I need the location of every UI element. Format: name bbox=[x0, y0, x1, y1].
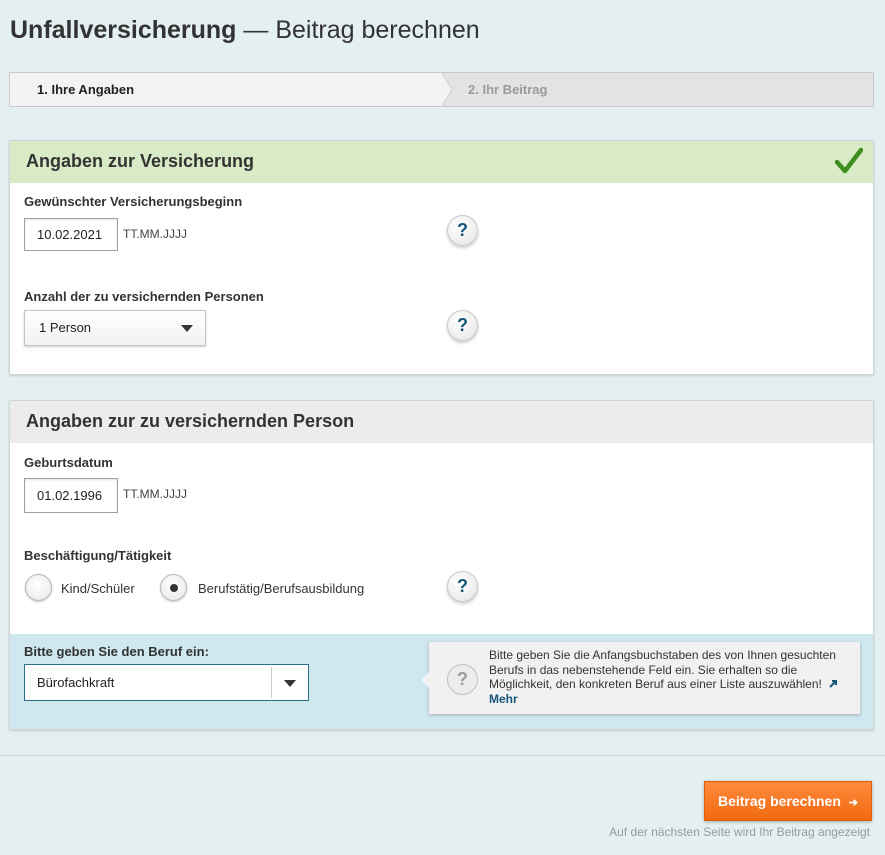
footer-note: Auf der nächsten Seite wird Ihr Beitrag … bbox=[609, 825, 870, 839]
calculate-premium-button[interactable]: Beitrag berechnen ➔ bbox=[704, 781, 872, 821]
persons-count-label: Anzahl der zu versichernden Personen bbox=[24, 289, 264, 304]
insured-person-heading: Angaben zur zu versichernden Person bbox=[10, 401, 873, 443]
occupation-label: Beschäftigung/Tätigkeit bbox=[24, 548, 172, 563]
birthdate-label: Geburtsdatum bbox=[24, 455, 113, 470]
occupation-help-icon[interactable]: ? bbox=[447, 571, 478, 602]
persons-count-value: 1 Person bbox=[39, 320, 92, 335]
radio-berufstaetig[interactable] bbox=[160, 574, 187, 601]
radio-selected-dot bbox=[170, 584, 178, 592]
tooltip-arrow bbox=[421, 672, 429, 688]
tooltip-body: Bitte geben Sie die Anfangsbuchstaben de… bbox=[489, 648, 836, 691]
check-icon bbox=[835, 147, 863, 174]
birthdate-format-hint: TT.MM.JJJJ bbox=[123, 487, 187, 501]
step-arrow-icon bbox=[442, 73, 453, 106]
persons-count-help-icon[interactable]: ? bbox=[447, 310, 478, 341]
chevron-down-icon[interactable] bbox=[284, 680, 296, 687]
calculate-premium-label: Beitrag berechnen bbox=[717, 793, 841, 809]
radio-kind-schueler-label[interactable]: Kind/Schüler bbox=[61, 581, 135, 596]
page-title-product: Unfallversicherung bbox=[10, 16, 237, 44]
start-date-help-icon[interactable]: ? bbox=[447, 215, 478, 246]
insurance-details-title: Angaben zur Versicherung bbox=[26, 151, 255, 171]
arrow-right-icon: ➔ bbox=[848, 797, 859, 809]
radio-berufstaetig-label[interactable]: Berufstätig/Berufsausbildung bbox=[198, 581, 364, 596]
profession-value[interactable]: Bürofachkraft bbox=[37, 675, 114, 690]
page-title: Unfallversicherung — Beitrag berechnen bbox=[10, 16, 480, 45]
step-1-label: 1. Ihre Angaben bbox=[37, 82, 135, 97]
profession-combobox[interactable]: Bürofachkraft bbox=[24, 664, 309, 701]
start-date-format-hint: TT.MM.JJJJ bbox=[123, 227, 187, 241]
profession-tooltip: ? Bitte geben Sie die Anfangsbuchstaben … bbox=[421, 642, 860, 714]
tooltip-text: Bitte geben Sie die Anfangsbuchstaben de… bbox=[489, 648, 849, 706]
profession-section: Bitte geben Sie den Beruf ein: Bürofachk… bbox=[10, 634, 873, 729]
footer-divider bbox=[0, 755, 885, 756]
start-date-label: Gewünschter Versicherungsbeginn bbox=[24, 194, 243, 209]
birthdate-field[interactable]: 01.02.1996 bbox=[24, 478, 118, 513]
radio-kind-schueler[interactable] bbox=[25, 574, 52, 601]
info-help-icon: ? bbox=[447, 664, 478, 695]
persons-count-select[interactable]: 1 Person bbox=[24, 310, 206, 346]
start-date-field[interactable]: 10.02.2021 bbox=[24, 218, 118, 251]
insured-person-panel: Angaben zur zu versichernden Person Gebu… bbox=[9, 400, 874, 730]
combobox-divider bbox=[271, 667, 272, 698]
page-title-subtitle: — Beitrag berechnen bbox=[236, 16, 480, 44]
chevron-down-icon bbox=[181, 325, 193, 332]
step-2-label: 2. Ihr Beitrag bbox=[468, 82, 548, 97]
progress-stepper: 1. Ihre Angaben 2. Ihr Beitrag bbox=[9, 72, 874, 107]
more-link[interactable]: Mehr bbox=[489, 692, 518, 706]
external-link-icon bbox=[829, 680, 838, 688]
profession-label: Bitte geben Sie den Beruf ein: bbox=[24, 644, 209, 659]
insured-person-title: Angaben zur zu versichernden Person bbox=[26, 411, 355, 431]
insurance-details-panel: Angaben zur Versicherung Gewünschter Ver… bbox=[9, 140, 874, 375]
insurance-details-heading: Angaben zur Versicherung bbox=[10, 141, 873, 183]
